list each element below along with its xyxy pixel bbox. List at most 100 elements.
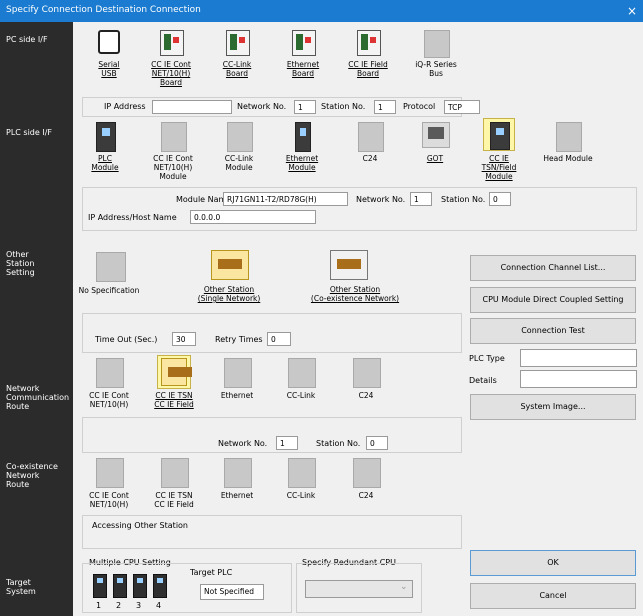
plc-station-field[interactable]: 0 <box>489 192 511 206</box>
route-station-field[interactable]: 0 <box>366 436 388 450</box>
tsn-module-icon <box>490 122 510 150</box>
details-label: Details <box>469 376 497 385</box>
section-other-line: Setting <box>6 268 35 277</box>
coexist-item-label: CC IE Cont NET/10(H) <box>89 491 129 509</box>
route-network-label: Network No. <box>218 439 268 448</box>
ip-host-field[interactable]: 0.0.0.0 <box>190 210 316 224</box>
ip-address-field[interactable] <box>152 100 232 114</box>
protocol-field[interactable]: TCP <box>444 100 480 114</box>
board-icon <box>292 30 316 56</box>
connection-test-button[interactable]: Connection Test <box>470 318 636 344</box>
section-network-route: Network Communication Route <box>6 384 69 411</box>
ip-host-label: IP Address/Host Name <box>88 213 177 222</box>
route-placeholder-icon <box>161 458 189 488</box>
coexist-item-label: Ethernet <box>220 491 254 500</box>
cancel-button[interactable]: Cancel <box>470 583 636 609</box>
route-item-label: CC-Link <box>286 391 316 400</box>
section-pc-side: PC side I/F <box>6 35 48 44</box>
module-placeholder-icon <box>556 122 582 152</box>
board-icon <box>357 30 381 56</box>
protocol-label: Protocol <box>403 102 436 111</box>
pc-item-label: CC IE Field Board <box>348 60 388 78</box>
plc-network-field[interactable]: 1 <box>410 192 432 206</box>
pc-item-label: Serial USB <box>98 60 120 78</box>
target-plc-field[interactable]: Not Specified <box>200 584 264 600</box>
route-item-label: C24 <box>358 391 374 400</box>
plc-type-field[interactable] <box>520 349 637 367</box>
section-coexist-line: Network <box>6 471 40 480</box>
bus-icon <box>424 30 450 58</box>
chevron-down-icon[interactable]: ⌄ <box>400 582 408 592</box>
cpu-number-3: 3 <box>136 601 142 610</box>
timeout-field[interactable]: 30 <box>172 332 196 346</box>
module-placeholder-icon <box>227 122 253 152</box>
close-icon[interactable]: × <box>621 0 643 22</box>
cpu-number-4: 4 <box>156 601 162 610</box>
got-icon <box>422 122 450 148</box>
route-placeholder-icon <box>288 458 316 488</box>
cpu-2-icon[interactable] <box>113 574 127 598</box>
ethernet-module-icon <box>295 122 311 152</box>
retry-label: Retry Times <box>215 335 263 344</box>
section-network-line: Communication <box>6 393 70 402</box>
plc-item-label: C24 <box>362 154 378 163</box>
module-placeholder-icon <box>161 122 187 152</box>
details-field[interactable] <box>520 370 637 388</box>
plc-item-label: CC IE Cont NET/10(H) Module <box>153 154 193 181</box>
plc-item-label: GOT <box>426 154 444 163</box>
title-bar: Specify Connection Destination Connectio… <box>0 0 643 22</box>
cpu-3-icon[interactable] <box>133 574 147 598</box>
direct-coupled-button[interactable]: CPU Module Direct Coupled Setting <box>470 287 636 313</box>
route-placeholder-icon <box>353 358 381 388</box>
module-name-field[interactable]: RJ71GN11-T2/RD78G(H) <box>223 192 348 206</box>
single-network-icon <box>211 250 249 280</box>
pc-item-label: Ethernet Board <box>286 60 320 78</box>
module-placeholder-icon <box>358 122 384 152</box>
section-sidebar: PC side I/F PLC side I/F Other Station S… <box>0 22 73 616</box>
pc-item-label: CC IE Cont NET/10(H) Board <box>151 60 191 87</box>
pc-station-field[interactable]: 1 <box>374 100 396 114</box>
retry-field[interactable]: 0 <box>267 332 291 346</box>
target-plc-label: Target PLC <box>190 568 233 577</box>
other-item-label: No Specification <box>78 286 140 295</box>
redundant-cpu-select[interactable] <box>305 580 413 598</box>
no-spec-icon <box>96 252 126 282</box>
cpu-number-1: 1 <box>96 601 102 610</box>
accessing-other-station-label: Accessing Other Station <box>92 521 188 530</box>
pc-item-label: CC-Link Board <box>222 60 252 78</box>
plc-item-label: PLC Module <box>91 154 119 172</box>
plc-type-label: PLC Type <box>469 354 505 363</box>
plc-params-group <box>82 187 637 231</box>
section-plc-side: PLC side I/F <box>6 128 52 137</box>
plc-station-label: Station No. <box>441 195 486 204</box>
board-icon <box>226 30 250 56</box>
other-item-label: Other Station (Co-existence Network) <box>310 285 400 303</box>
plc-item-label: CC IE TSN/Field Module <box>481 154 517 181</box>
section-coexist-line: Route <box>6 480 30 489</box>
pc-network-label: Network No. <box>237 102 287 111</box>
pc-network-field[interactable]: 1 <box>294 100 316 114</box>
section-other-station: Other Station Setting <box>6 250 35 277</box>
coexist-item-label: C24 <box>358 491 374 500</box>
connection-channel-list-button[interactable]: Connection Channel List... <box>470 255 636 281</box>
route-station-label: Station No. <box>316 439 361 448</box>
timeout-label: Time Out (Sec.) <box>95 335 158 344</box>
plc-item-label: Head Module <box>543 154 593 163</box>
cpu-4-icon[interactable] <box>153 574 167 598</box>
plc-network-label: Network No. <box>356 195 406 204</box>
plc-item-label: CC-Link Module <box>224 154 254 172</box>
ok-button[interactable]: OK <box>470 550 636 576</box>
pc-station-label: Station No. <box>321 102 366 111</box>
route-placeholder-icon <box>224 458 252 488</box>
route-placeholder-icon <box>96 358 124 388</box>
section-coexist-line: Co-existence <box>6 462 58 471</box>
section-other-line: Other <box>6 250 29 259</box>
cpu-1-icon[interactable] <box>93 574 107 598</box>
route-placeholder-icon <box>288 358 316 388</box>
route-network-field[interactable]: 1 <box>276 436 298 450</box>
system-image-button[interactable]: System Image... <box>470 394 636 420</box>
coexist-item-label: CC-Link <box>286 491 316 500</box>
plc-item-label: Ethernet Module <box>285 154 319 172</box>
coexist-item-label: CC IE TSN CC IE Field <box>154 491 194 509</box>
tsn-field-route-icon <box>161 358 192 386</box>
